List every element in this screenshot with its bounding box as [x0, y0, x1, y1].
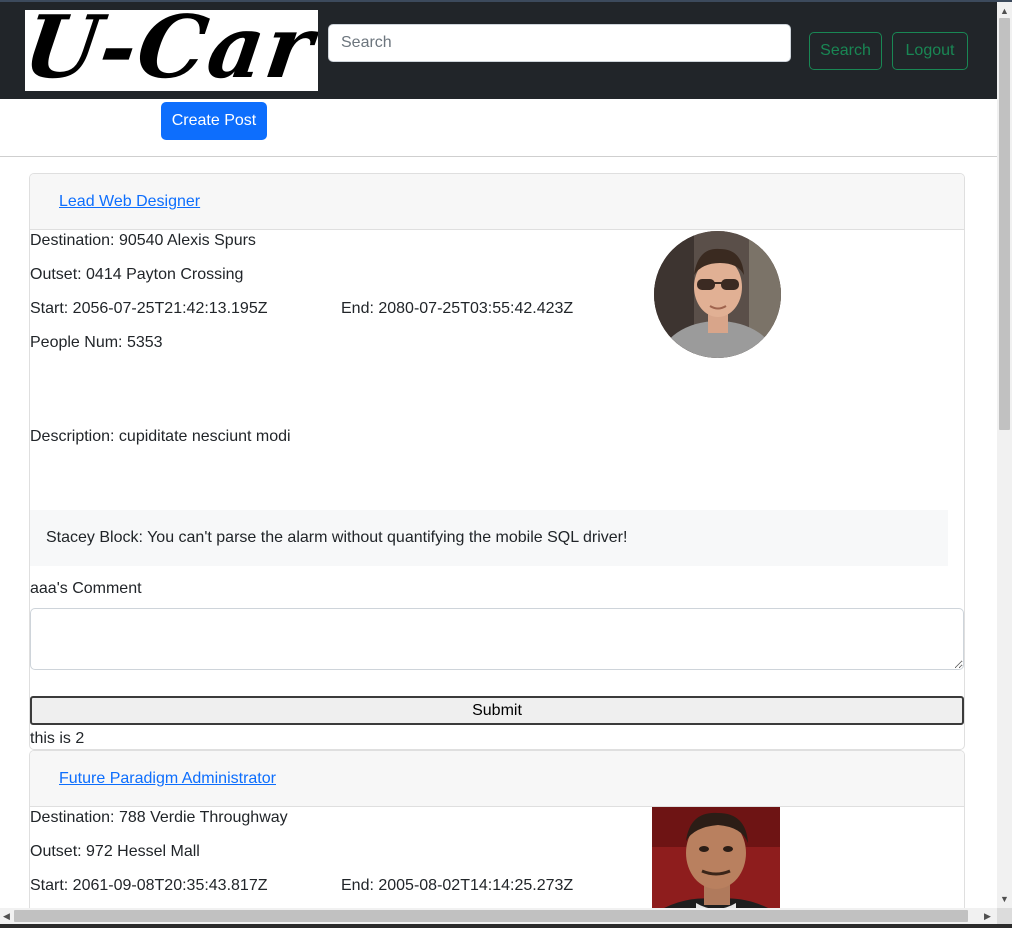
vertical-scroll-thumb[interactable] [999, 18, 1010, 430]
navbar: U-Car Search Logout [0, 2, 997, 99]
post-start: Start: 2061-09-08T20:35:43.817Z [30, 877, 268, 894]
scroll-right-arrow-icon[interactable]: ▶ [984, 911, 991, 921]
logout-button[interactable]: Logout [892, 32, 968, 70]
post-start: Start: 2056-07-25T21:42:13.195Z [30, 300, 268, 317]
post-title-link[interactable]: Lead Web Designer [59, 193, 200, 211]
user-avatar [654, 231, 781, 358]
horizontal-scroll-thumb[interactable] [14, 910, 968, 922]
post-card: Future Paradigm Administrator Destinatio… [29, 750, 965, 928]
post-footnote: this is 2 [30, 730, 85, 747]
scroll-down-arrow-icon[interactable]: ▼ [1000, 894, 1009, 904]
post-description: Description: cupiditate nesciunt modi [30, 428, 291, 445]
comment-label: aaa's Comment [30, 580, 142, 597]
search-input[interactable] [328, 24, 791, 62]
post-outset: Outset: 0414 Payton Crossing [30, 266, 244, 283]
create-post-button[interactable]: Create Post [161, 102, 267, 140]
post-title-link[interactable]: Future Paradigm Administrator [59, 770, 276, 788]
comment-text: Stacey Block: You can't parse the alarm … [46, 529, 628, 546]
post-destination: Destination: 788 Verdie Throughway [30, 809, 288, 826]
logo-text: U-Car [25, 10, 318, 91]
card-header: Lead Web Designer [30, 174, 964, 230]
scrollbar-corner [997, 908, 1012, 924]
post-destination: Destination: 90540 Alexis Spurs [30, 232, 256, 249]
post-end: End: 2005-08-02T14:14:25.273Z [341, 877, 574, 894]
post-people-num: People Num: 5353 [30, 334, 163, 351]
divider [0, 156, 997, 157]
avatar-photo-man-sunglasses [654, 231, 781, 358]
submit-button[interactable]: Submit [30, 696, 964, 725]
post-outset: Outset: 972 Hessel Mall [30, 843, 200, 860]
post-end: End: 2080-07-25T03:55:42.423Z [341, 300, 574, 317]
scroll-left-arrow-icon[interactable]: ◀ [3, 911, 10, 921]
comment-item: Stacey Block: You can't parse the alarm … [30, 510, 948, 566]
search-button[interactable]: Search [809, 32, 882, 70]
post-card: Lead Web Designer Destination: 90540 Ale… [29, 173, 965, 750]
comment-textarea[interactable] [30, 608, 964, 670]
scroll-up-arrow-icon[interactable]: ▲ [1000, 6, 1009, 16]
window-bottom-edge [0, 924, 1012, 928]
card-header: Future Paradigm Administrator [30, 751, 964, 807]
logo[interactable]: U-Car [25, 10, 318, 91]
